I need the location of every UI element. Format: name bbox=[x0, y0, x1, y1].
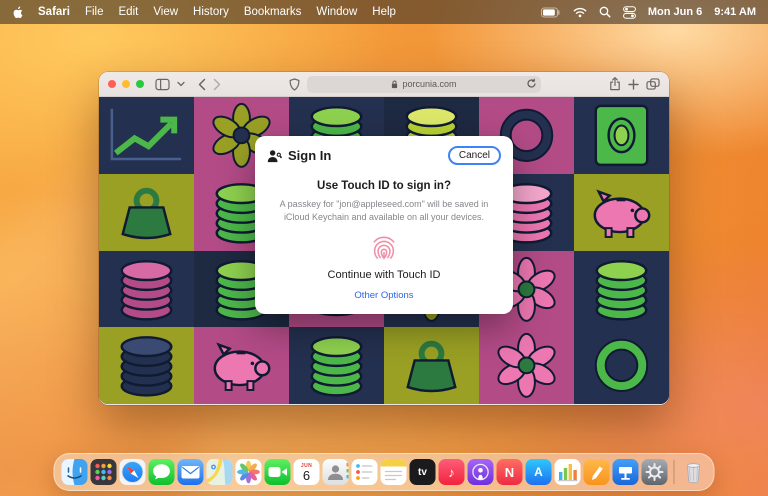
address-bar[interactable]: porcunia.com bbox=[307, 76, 541, 93]
dock-icon-messages[interactable] bbox=[149, 459, 175, 485]
menu-item-safari[interactable]: Safari bbox=[38, 6, 70, 18]
dock-icon-notes[interactable] bbox=[381, 459, 407, 485]
reload-icon[interactable] bbox=[526, 78, 537, 89]
calendar-day: 6 bbox=[294, 469, 320, 483]
dock-icon-numbers[interactable] bbox=[555, 459, 581, 485]
dock-icon-launchpad[interactable] bbox=[91, 459, 117, 485]
dialog-title: Sign In bbox=[288, 148, 331, 163]
dock: JUN 6 tv ♪ N A bbox=[54, 453, 715, 491]
other-options-button[interactable]: Other Options bbox=[354, 290, 413, 301]
dock-icon-photos[interactable] bbox=[236, 459, 262, 485]
artwork-tile bbox=[99, 327, 194, 404]
menu-item-file[interactable]: File bbox=[85, 6, 104, 18]
menu-item-history[interactable]: History bbox=[193, 6, 229, 18]
dock-icon-mail[interactable] bbox=[178, 459, 204, 485]
touch-id-heading: Use Touch ID to sign in? bbox=[267, 180, 501, 192]
minimize-window-button[interactable] bbox=[122, 80, 130, 88]
artwork-tile bbox=[99, 251, 194, 328]
battery-icon[interactable] bbox=[541, 7, 561, 18]
artwork-tile bbox=[574, 174, 669, 251]
sign-in-dialog: Sign In Cancel Use Touch ID to sign in? … bbox=[255, 136, 513, 314]
tab-overview-icon[interactable] bbox=[646, 78, 660, 90]
artwork-tile bbox=[99, 174, 194, 251]
passkey-description: A passkey for "jon@appleseed.com" will b… bbox=[277, 198, 491, 223]
menu-item-bookmarks[interactable]: Bookmarks bbox=[244, 6, 302, 18]
dock-icon-finder[interactable] bbox=[62, 459, 88, 485]
continue-touch-id-button[interactable]: Continue with Touch ID bbox=[328, 269, 441, 281]
cancel-button[interactable]: Cancel bbox=[448, 146, 501, 165]
url-text: porcunia.com bbox=[402, 79, 456, 89]
artwork-tile bbox=[194, 327, 289, 404]
dock-icon-pages[interactable] bbox=[584, 459, 610, 485]
zoom-window-button[interactable] bbox=[136, 80, 144, 88]
menu-item-view[interactable]: View bbox=[153, 6, 178, 18]
control-center-icon[interactable] bbox=[623, 6, 636, 19]
share-icon[interactable] bbox=[609, 77, 621, 91]
dock-icon-podcasts[interactable] bbox=[468, 459, 494, 485]
new-tab-icon[interactable] bbox=[628, 79, 639, 90]
dock-icon-calendar[interactable]: JUN 6 bbox=[294, 459, 320, 485]
chevron-down-icon[interactable] bbox=[177, 81, 185, 87]
artwork-tile bbox=[99, 97, 194, 174]
dock-divider bbox=[674, 460, 675, 484]
dock-icon-tv[interactable]: tv bbox=[410, 459, 436, 485]
dock-icon-maps[interactable] bbox=[207, 459, 233, 485]
forward-icon[interactable] bbox=[213, 78, 221, 91]
dock-icon-news[interactable]: N bbox=[497, 459, 523, 485]
dock-icon-system-settings[interactable] bbox=[642, 459, 668, 485]
person-key-icon bbox=[267, 149, 282, 163]
touch-id-fingerprint-icon bbox=[369, 233, 399, 263]
wifi-icon[interactable] bbox=[573, 7, 587, 18]
menu-bar-date: Mon Jun 6 bbox=[648, 6, 702, 18]
artwork-tile bbox=[574, 327, 669, 404]
safari-toolbar: porcunia.com bbox=[99, 72, 669, 97]
safari-window: porcunia.com S bbox=[99, 72, 669, 405]
artwork-tile bbox=[574, 251, 669, 328]
dock-icon-music[interactable]: ♪ bbox=[439, 459, 465, 485]
artwork-tile bbox=[289, 327, 384, 404]
search-icon[interactable] bbox=[599, 6, 611, 18]
menu-bar: Safari File Edit View History Bookmarks … bbox=[0, 0, 768, 24]
artwork-tile bbox=[384, 327, 479, 404]
dock-icon-facetime[interactable] bbox=[265, 459, 291, 485]
traffic-lights bbox=[108, 80, 144, 88]
apple-menu-icon[interactable] bbox=[12, 6, 23, 19]
dock-icon-app-store[interactable]: A bbox=[526, 459, 552, 485]
dock-icon-keynote[interactable] bbox=[613, 459, 639, 485]
menu-item-window[interactable]: Window bbox=[316, 6, 357, 18]
music-note-icon: ♪ bbox=[439, 459, 465, 485]
sidebar-icon[interactable] bbox=[155, 78, 170, 91]
lock-icon bbox=[391, 80, 398, 89]
privacy-shield-icon[interactable] bbox=[289, 78, 300, 91]
close-window-button[interactable] bbox=[108, 80, 116, 88]
menu-item-help[interactable]: Help bbox=[372, 6, 396, 18]
menu-bar-time: 9:41 AM bbox=[714, 6, 756, 18]
dock-icon-safari[interactable] bbox=[120, 459, 146, 485]
dock-icon-contacts[interactable] bbox=[323, 459, 349, 485]
artwork-tile bbox=[479, 327, 574, 404]
desktop: Safari File Edit View History Bookmarks … bbox=[0, 0, 768, 496]
dock-icon-trash[interactable] bbox=[681, 459, 707, 485]
artwork-tile bbox=[574, 97, 669, 174]
dock-icon-reminders[interactable] bbox=[352, 459, 378, 485]
menu-item-edit[interactable]: Edit bbox=[119, 6, 139, 18]
back-icon[interactable] bbox=[198, 78, 206, 91]
